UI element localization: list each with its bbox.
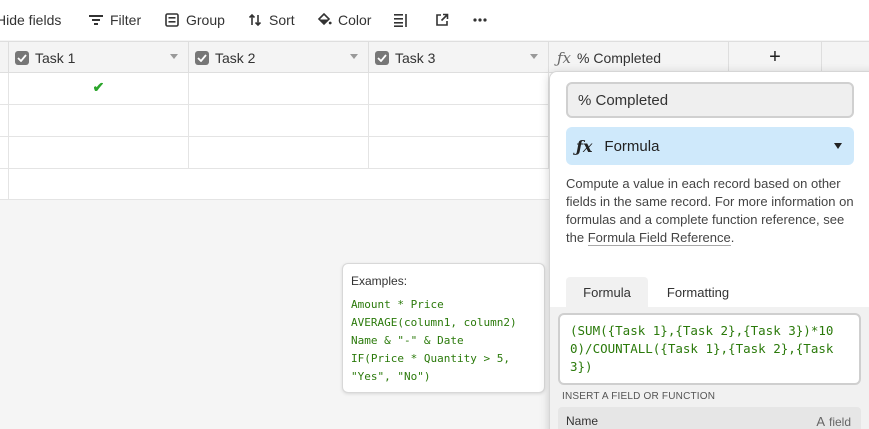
chevron-down-icon (834, 143, 842, 149)
column-header-percent-completed[interactable]: ƒx % Completed (549, 42, 729, 73)
checkbox-field-icon (375, 50, 389, 65)
row-number-header (0, 42, 9, 73)
name-column-label: Name (566, 414, 599, 428)
column-label: Task 3 (395, 49, 436, 66)
color-label: Color (338, 12, 372, 28)
examples-title: Examples: (351, 274, 408, 288)
column-label: Task 2 (215, 49, 256, 66)
task-1-cell[interactable] (9, 105, 189, 136)
paint-bucket-icon (316, 12, 332, 28)
field-config-panel: ƒx Formula Compute a value in each recor… (549, 71, 869, 429)
formula-editor-area: Formula Formatting (SUM({Task 1},{Task 2… (550, 277, 869, 429)
more-horizontal-icon (472, 12, 488, 28)
row-number-cell (0, 73, 9, 104)
group-button[interactable]: Group (164, 0, 225, 40)
row-height-icon (393, 12, 409, 28)
chevron-down-icon[interactable] (170, 54, 178, 59)
text-field-icon: A (816, 413, 825, 429)
hide-fields-label: Hide fields (0, 12, 62, 28)
checkmark-icon[interactable]: ✔ (93, 79, 105, 96)
chevron-down-icon[interactable] (350, 54, 358, 59)
tab-formula-label: Formula (583, 284, 631, 300)
formula-field-icon: ƒx (557, 48, 572, 67)
checkbox-field-icon (195, 50, 209, 65)
filter-label: Filter (110, 12, 142, 28)
field-type-label: Formula (604, 137, 660, 155)
plus-icon: + (769, 46, 781, 68)
example-line: Name & "-" & Date (351, 334, 464, 347)
field-type-hint: Afield (816, 414, 851, 429)
group-label: Group (186, 12, 225, 28)
column-label: % Completed (577, 49, 662, 66)
tab-formula[interactable]: Formula (566, 277, 648, 307)
checkbox-field-icon (15, 50, 29, 65)
task-3-cell[interactable] (369, 137, 549, 168)
example-line: "Yes", "No") (351, 370, 431, 383)
formula-reference-link[interactable]: Formula Field Reference (587, 230, 731, 246)
task-3-cell[interactable] (369, 73, 549, 104)
filter-button[interactable]: Filter (88, 0, 141, 40)
task-2-cell[interactable] (189, 73, 369, 104)
sort-label: Sort (269, 12, 295, 28)
tab-formatting-label: Formatting (666, 284, 730, 300)
task-1-cell[interactable]: ✔ (9, 73, 189, 104)
column-header-task-2[interactable]: Task 2 (189, 42, 369, 73)
column-header-task-3[interactable]: Task 3 (369, 42, 549, 73)
chevron-down-icon[interactable] (530, 54, 538, 59)
filter-icon (88, 12, 104, 28)
grid-header-row: Task 1 Task 2 Task 3 ƒx % Completed + (0, 41, 869, 73)
description-end: . (730, 230, 735, 245)
column-header-task-1[interactable]: Task 1 (9, 42, 189, 73)
view-toolbar: Hide fields Filter Group Sort Color (0, 0, 869, 40)
column-label: Task 1 (35, 49, 76, 66)
row-number-cell (0, 105, 9, 136)
tab-formatting[interactable]: Formatting (648, 277, 748, 307)
task-2-cell[interactable] (189, 137, 369, 168)
sort-icon (247, 12, 263, 28)
task-3-cell[interactable] (369, 105, 549, 136)
share-view-button[interactable] (434, 0, 450, 40)
example-line: IF(Price * Quantity > 5, (351, 352, 510, 365)
add-field-button[interactable]: + (729, 42, 822, 73)
row-height-button[interactable] (393, 0, 409, 40)
group-icon (164, 12, 180, 28)
example-line: AVERAGE(column1, column2) (351, 316, 517, 329)
task-2-cell[interactable] (189, 105, 369, 136)
task-1-cell[interactable] (9, 137, 189, 168)
formula-examples-tooltip: Examples: Amount * Price AVERAGE(column1… (342, 263, 545, 393)
field-hint-label: field (828, 414, 851, 429)
field-type-dropdown[interactable]: ƒx Formula (566, 127, 854, 165)
row-number-cell (0, 169, 9, 200)
field-list-header: Name Afield (558, 407, 861, 429)
field-type-description: Compute a value in each record based on … (566, 175, 856, 247)
example-line: Amount * Price (351, 298, 444, 311)
formula-field-icon: ƒx (576, 136, 593, 156)
formula-input[interactable]: (SUM({Task 1},{Task 2},{Task 3})*100)/CO… (558, 313, 861, 385)
external-link-icon (434, 12, 450, 28)
insert-field-label: INSERT A FIELD OR FUNCTION (562, 391, 716, 402)
row-number-cell (0, 137, 9, 168)
hide-fields-button[interactable]: Hide fields (0, 0, 61, 40)
more-options-button[interactable] (472, 0, 488, 40)
color-button[interactable]: Color (316, 0, 371, 40)
field-name-input[interactable] (566, 82, 854, 118)
sort-button[interactable]: Sort (247, 0, 295, 40)
